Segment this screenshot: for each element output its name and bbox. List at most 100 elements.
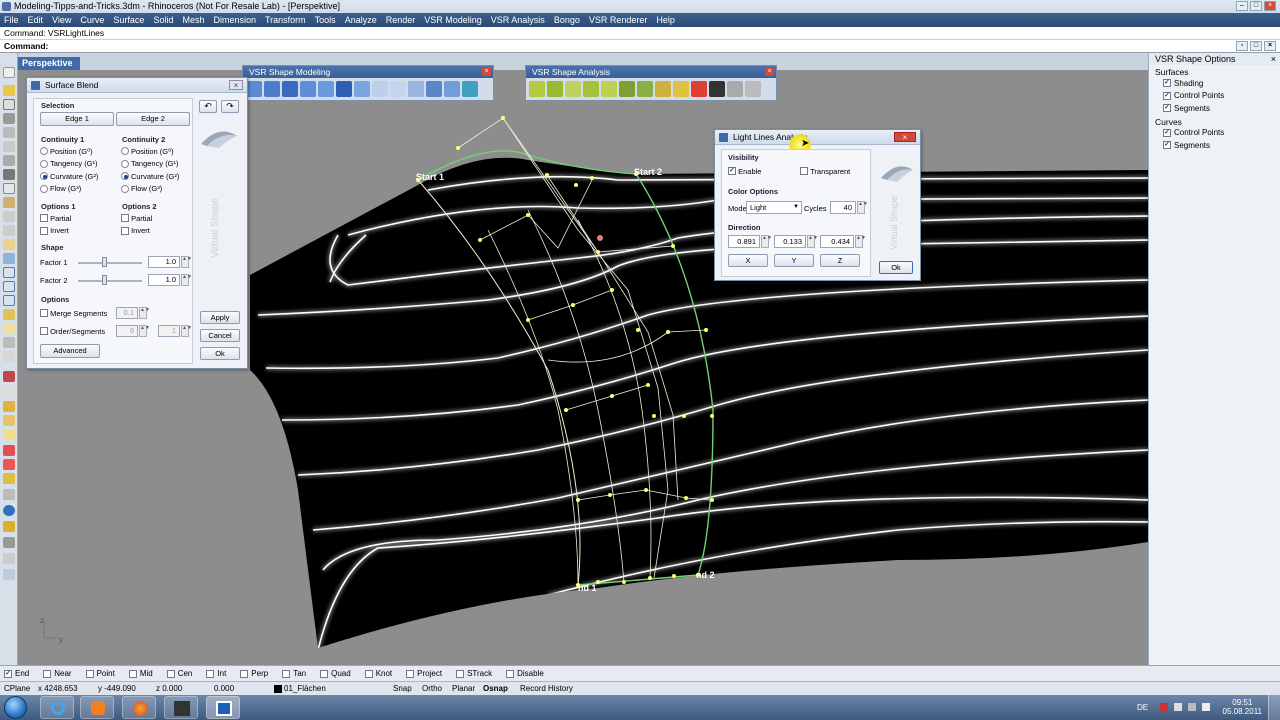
osnap-end-checkbox[interactable] [4,669,12,678]
c1-curvature-option[interactable]: Curvature (G²) [40,170,114,183]
close-toolbar-icon[interactable]: × [482,67,491,76]
direction-z-spinner[interactable]: ▲▼ [855,235,866,248]
osnap-project[interactable]: Project [406,669,442,678]
z-button[interactable]: Z [820,254,860,267]
cross-section-icon[interactable] [372,81,388,97]
render-icon[interactable] [3,337,15,348]
merge-spinner[interactable]: ▲▼ [139,307,150,319]
osnap-disable[interactable]: Disable [506,669,544,678]
direction-y-field[interactable]: 0.133 [774,235,806,248]
shape-patch-icon[interactable] [318,81,334,97]
osnap-perp-checkbox[interactable] [240,669,249,678]
merge-segments-option[interactable]: Merge Segments [40,307,107,320]
c2-tangency-radio[interactable] [121,159,129,168]
zoom-window-icon[interactable] [3,281,15,292]
c2-curvature-option[interactable]: Curvature (G²) [121,170,195,183]
section-icon[interactable] [655,81,671,97]
c1-tangency-option[interactable]: Tangency (G¹) [40,158,114,171]
menu-view[interactable]: View [52,15,71,25]
osnap-knot[interactable]: Knot [364,669,392,678]
osnap-point[interactable]: Point [85,669,115,678]
options-modeling-icon[interactable] [444,81,460,97]
apply-button[interactable]: Apply [200,311,240,324]
surfaces-control-points-item[interactable]: Control Points [1149,90,1280,103]
osnap-strack[interactable]: STrack [456,669,492,678]
undo-button[interactable]: ↶ [199,100,217,113]
osnap-int[interactable]: Int [206,669,226,678]
menu-render[interactable]: Render [386,15,416,25]
cycles-field[interactable]: 40 [830,201,856,214]
taskbar-app[interactable] [206,696,240,719]
deform-icon[interactable] [354,81,370,97]
osnap-mid-checkbox[interactable] [128,669,137,678]
surface-control-points-checkbox[interactable] [1163,91,1171,100]
polyline-icon[interactable] [3,99,15,110]
menu-dimension[interactable]: Dimension [213,15,256,25]
wire-icon[interactable] [390,81,406,97]
osnap-disable-checkbox[interactable] [506,669,515,678]
c2-flow-option[interactable]: Flow (G³) [121,183,195,196]
merge-segments-field[interactable]: 0.1 [116,307,138,319]
factor2-spinner[interactable]: ▲▼ [181,274,192,286]
sphere-icon[interactable] [3,505,15,516]
c1-flow-option[interactable]: Flow (G³) [40,183,114,196]
y-button[interactable]: Y [774,254,814,267]
active-control-point[interactable] [597,235,603,241]
order-field[interactable]: 6 [116,325,138,337]
arc-icon[interactable] [3,141,15,152]
maximize-icon[interactable]: □ [1250,1,1262,11]
close-dialog-icon[interactable]: × [229,80,243,90]
surface-edit-icon[interactable] [336,81,352,97]
ok-button[interactable]: Ok [200,347,240,360]
x-button[interactable]: X [728,254,768,267]
direction-x-spinner[interactable]: ▲▼ [761,235,772,248]
o1-invert-checkbox[interactable] [40,226,48,235]
rotate-view-icon[interactable] [3,253,15,264]
menu-vsr-modeling[interactable]: VSR Modeling [424,15,482,25]
undo-icon[interactable] [3,211,15,222]
redo-icon[interactable] [3,225,15,236]
osnap-end[interactable]: End [4,669,29,678]
menu-edit[interactable]: Edit [28,15,44,25]
osnap-near-checkbox[interactable] [43,669,52,678]
status-snap[interactable]: Snap [393,682,412,696]
menu-vsr-renderer[interactable]: VSR Renderer [589,15,648,25]
direction-z-field[interactable]: 0.434 [820,235,854,248]
tray-icon-1[interactable] [1160,703,1168,711]
diagnosis-icon[interactable] [673,81,689,97]
circle-icon[interactable] [3,127,15,138]
light-icon[interactable] [3,429,15,440]
osnap-project-checkbox[interactable] [406,669,415,678]
c2-flow-radio[interactable] [121,184,129,193]
menu-transform[interactable]: Transform [265,15,306,25]
c2-curvature-radio[interactable] [121,172,129,181]
light-lines-icon[interactable] [601,81,617,97]
segment-icon[interactable] [426,81,442,97]
advanced-button[interactable]: Advanced [40,344,100,358]
fillet-icon[interactable] [300,81,316,97]
redo-button[interactable]: ↷ [221,100,239,113]
tray-icon-2[interactable] [1174,703,1182,711]
zoom-selected-icon[interactable] [3,309,15,320]
menu-tools[interactable]: Tools [315,15,336,25]
zoom-extents-icon[interactable] [3,295,15,306]
vsr-shape-modeling-title[interactable]: VSR Shape Modeling × [243,66,493,78]
surfaces-segments-item[interactable]: Segments [1149,102,1280,115]
curve-control-points-checkbox[interactable] [1163,128,1171,137]
shape-icon[interactable] [3,521,15,532]
direction-x-field[interactable]: 0.891 [728,235,760,248]
c1-curvature-radio[interactable] [40,172,48,181]
command-line[interactable]: Command: ▫ □ × [0,40,1280,53]
edge2-button[interactable]: Edge 2 [116,112,190,126]
properties-icon[interactable] [3,371,15,382]
order-segments-checkbox[interactable] [40,327,48,336]
bongo-icon[interactable] [3,473,15,484]
close-analysis-toolbar-icon[interactable]: × [765,67,774,76]
surface-segments-checkbox[interactable] [1163,104,1171,113]
status-layer[interactable]: 01_Flächen [284,682,326,696]
paste-icon[interactable] [3,197,15,208]
close-light-lines-icon[interactable]: × [894,132,916,142]
highlight-icon[interactable] [583,81,599,97]
c1-position-radio[interactable] [40,147,48,156]
menu-bongo[interactable]: Bongo [554,15,580,25]
